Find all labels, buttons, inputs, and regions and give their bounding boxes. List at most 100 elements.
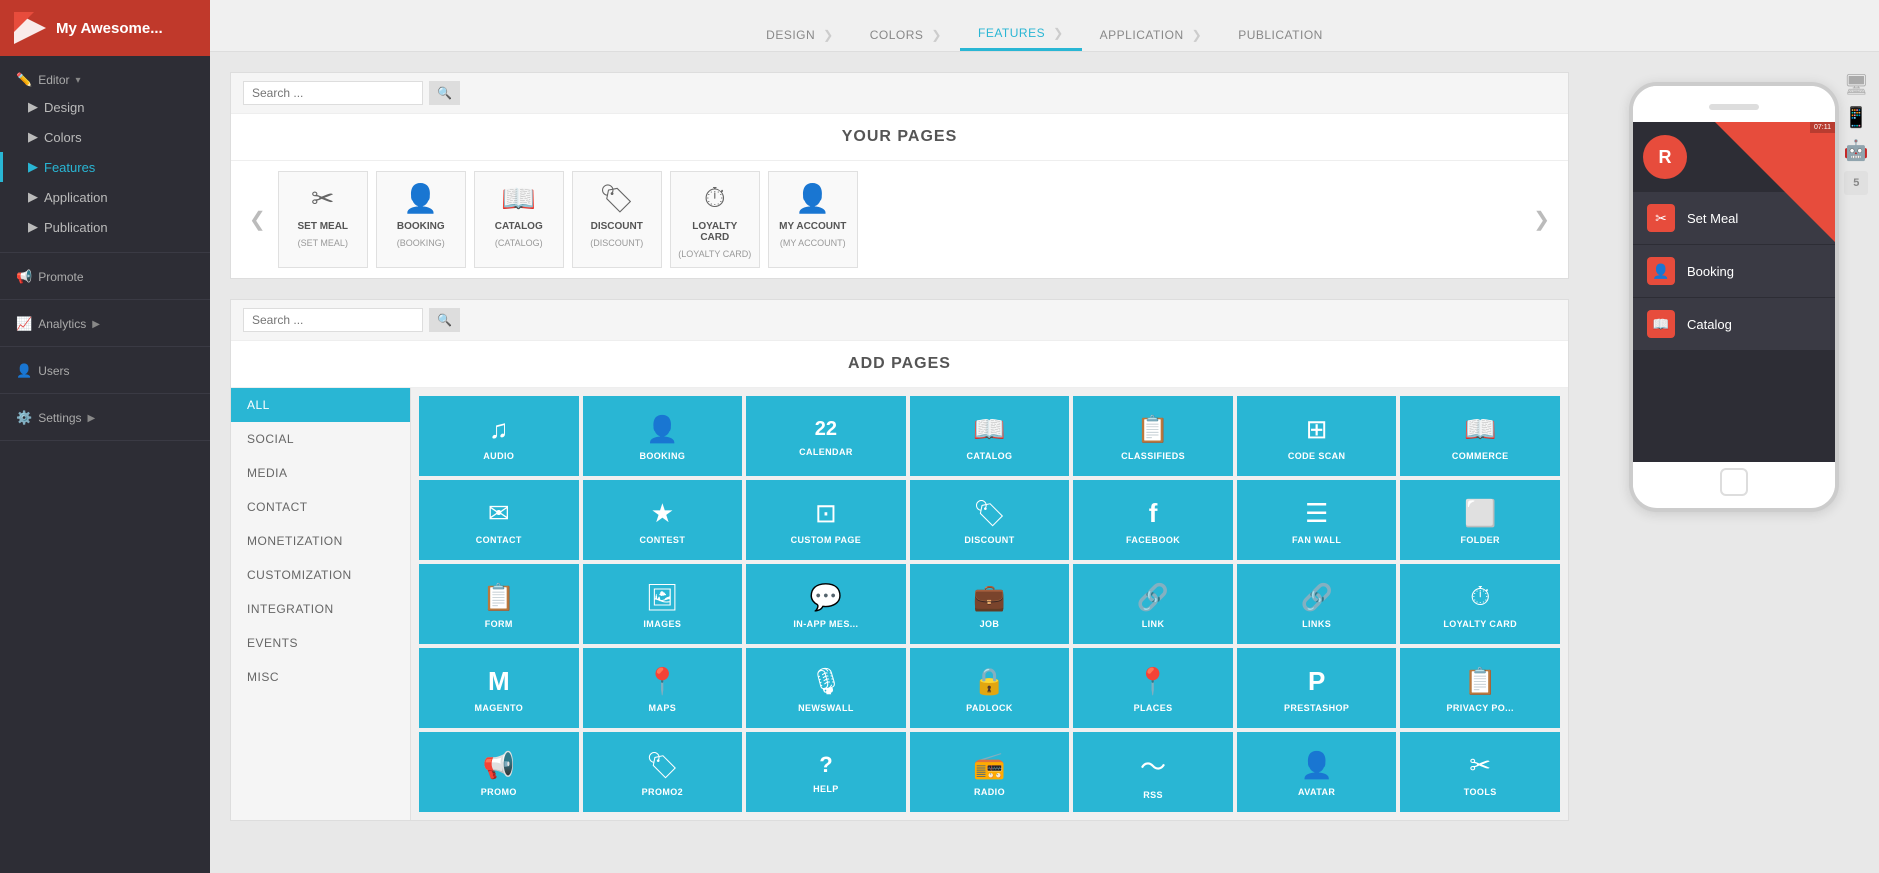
add-page-catalog[interactable]: 📖 CATALOG: [910, 396, 1070, 476]
apple-mobile-icon[interactable]: 📱: [1844, 105, 1869, 130]
job-label: JOB: [980, 619, 1000, 629]
category-customization[interactable]: CUSTOMIZATION: [231, 558, 410, 592]
add-page-radio[interactable]: 📻 RADIO: [910, 732, 1070, 812]
add-page-commerce[interactable]: 📖 COMMERCE: [1400, 396, 1560, 476]
settings-chevron: ▶: [88, 413, 96, 424]
page-card-my-account[interactable]: 👤 MY ACCOUNT (MY ACCOUNT): [768, 171, 858, 268]
editor-icon: ✏️: [16, 72, 32, 88]
add-page-facebook[interactable]: f FACEBOOK: [1073, 480, 1233, 560]
link-label: LINK: [1142, 619, 1165, 629]
category-media[interactable]: MEDIA: [231, 456, 410, 490]
phone-logo-circle: R: [1643, 135, 1687, 179]
promote-title[interactable]: 📢 Promote: [0, 263, 210, 289]
features-label: Features: [44, 160, 95, 175]
users-label: Users: [38, 364, 69, 378]
category-monetization[interactable]: MONETIZATION: [231, 524, 410, 558]
page-card-loyalty-card[interactable]: ⏱ LOYALTY CARD (LOYALTY CARD): [670, 171, 760, 268]
add-page-custom-page[interactable]: ⊡ CUSTOM PAGE: [746, 480, 906, 560]
add-page-links[interactable]: 🔗 LINKS: [1237, 564, 1397, 644]
phone-booking-label: Booking: [1687, 264, 1734, 279]
padlock-icon: 🔒: [973, 666, 1005, 697]
add-page-calendar[interactable]: 22 CALENDAR: [746, 396, 906, 476]
analytics-title[interactable]: 📈 Analytics ▶: [0, 310, 210, 336]
phone-speaker: [1709, 104, 1759, 110]
breadcrumb-application[interactable]: APPLICATION ❯: [1082, 20, 1221, 50]
sidebar-item-application[interactable]: ▶ Application: [0, 182, 210, 212]
add-page-rss[interactable]: 〜 RSS: [1073, 732, 1233, 812]
add-page-form[interactable]: 📋 FORM: [419, 564, 579, 644]
add-page-newswall[interactable]: 🎙 NEWSWALL: [746, 648, 906, 728]
add-pages-search-button[interactable]: 🔍: [429, 308, 460, 332]
add-page-maps[interactable]: 📍 MAPS: [583, 648, 743, 728]
category-misc[interactable]: MISC: [231, 660, 410, 694]
add-page-places[interactable]: 📍 PLACES: [1073, 648, 1233, 728]
page-icons-grid: ♫ AUDIO 👤 BOOKING 22 CALENDAR 📖: [411, 388, 1568, 820]
carousel-prev-button[interactable]: ❮: [241, 207, 274, 232]
page-card-catalog[interactable]: 📖 CATALOG (CATALOG): [474, 171, 564, 268]
add-page-loyalty-card[interactable]: ⏱ LOYALTY CARD: [1400, 564, 1560, 644]
add-page-prestashop[interactable]: P PRESTASHOP: [1237, 648, 1397, 728]
page-card-discount[interactable]: 🏷 DISCOUNT (DISCOUNT): [572, 171, 662, 268]
breadcrumb-design[interactable]: DESIGN ❯: [748, 20, 852, 50]
add-page-code-scan[interactable]: ⊞ CODE SCAN: [1237, 396, 1397, 476]
category-integration[interactable]: INTEGRATION: [231, 592, 410, 626]
loyalty-card-add-label: LOYALTY CARD: [1443, 619, 1517, 629]
editor-section-title[interactable]: ✏️ Editor ▾: [0, 66, 210, 92]
category-social[interactable]: SOCIAL: [231, 422, 410, 456]
add-page-link[interactable]: 🔗 LINK: [1073, 564, 1233, 644]
add-page-padlock[interactable]: 🔒 PADLOCK: [910, 648, 1070, 728]
breadcrumb-colors[interactable]: COLORS ❯: [852, 20, 960, 50]
your-pages-search-button[interactable]: 🔍: [429, 81, 460, 105]
page-card-set-meal[interactable]: ✂ SET MEAL (SET MEAL): [278, 171, 368, 268]
breadcrumb-features[interactable]: FEATURES ❯: [960, 18, 1082, 51]
add-page-in-app-mes[interactable]: 💬 IN-APP MES...: [746, 564, 906, 644]
page-card-booking[interactable]: 👤 BOOKING (BOOKING): [376, 171, 466, 268]
maps-label: MAPS: [649, 703, 677, 713]
add-page-discount[interactable]: 🏷 DISCOUNT: [910, 480, 1070, 560]
form-label: FORM: [485, 619, 513, 629]
android-icon[interactable]: 🤖: [1844, 138, 1869, 163]
add-page-promo[interactable]: 📢 PROMO: [419, 732, 579, 812]
apple-desktop-icon[interactable]: 🖥: [1844, 72, 1869, 97]
add-page-images[interactable]: 🖼 IMAGES: [583, 564, 743, 644]
breadcrumb-publication[interactable]: PUBLICATION: [1220, 20, 1341, 50]
add-page-fan-wall[interactable]: ☰ FAN WALL: [1237, 480, 1397, 560]
sidebar-item-design[interactable]: ▶ Design: [0, 92, 210, 122]
my-account-icon: 👤: [795, 182, 830, 215]
category-all[interactable]: ALL: [231, 388, 410, 422]
add-pages-search-input[interactable]: [243, 308, 423, 332]
your-pages-search-input[interactable]: [243, 81, 423, 105]
code-scan-icon: ⊞: [1306, 414, 1328, 445]
carousel-next-button[interactable]: ❯: [1525, 207, 1558, 232]
phone-home-button[interactable]: [1720, 468, 1748, 496]
add-page-booking[interactable]: 👤 BOOKING: [583, 396, 743, 476]
add-page-avatar[interactable]: 👤 AVATAR: [1237, 732, 1397, 812]
add-page-tools[interactable]: ✂ TOOLS: [1400, 732, 1560, 812]
add-page-magento[interactable]: M MAGENTO: [419, 648, 579, 728]
category-events[interactable]: EVENTS: [231, 626, 410, 660]
add-page-audio[interactable]: ♫ AUDIO: [419, 396, 579, 476]
add-page-promo2[interactable]: 🏷 PROMO2: [583, 732, 743, 812]
add-page-contest[interactable]: ★ CONTEST: [583, 480, 743, 560]
your-pages-title: YOUR PAGES: [231, 114, 1568, 161]
add-page-classifieds[interactable]: 📋 CLASSIFIEDS: [1073, 396, 1233, 476]
phone-booking-icon: 👤: [1647, 257, 1675, 285]
sidebar-item-features[interactable]: ▶ Features: [0, 152, 210, 182]
settings-title[interactable]: ⚙️ Settings ▶: [0, 404, 210, 430]
add-page-folder[interactable]: ⬜ FOLDER: [1400, 480, 1560, 560]
radio-label: RADIO: [974, 787, 1005, 797]
breadcrumb-chev-2: ❯: [931, 28, 942, 42]
add-page-contact[interactable]: ✉ CONTACT: [419, 480, 579, 560]
html5-icon[interactable]: 5: [1844, 171, 1868, 195]
add-page-privacy-po[interactable]: 📋 PRIVACY PO...: [1400, 648, 1560, 728]
contact-icon: ✉: [488, 498, 510, 529]
sidebar-item-colors[interactable]: ▶ Colors: [0, 122, 210, 152]
add-page-help[interactable]: ? HELP: [746, 732, 906, 812]
category-contact[interactable]: CONTACT: [231, 490, 410, 524]
catalog-add-icon: 📖: [973, 414, 1005, 445]
add-page-job[interactable]: 💼 JOB: [910, 564, 1070, 644]
sidebar-item-publication[interactable]: ▶ Publication: [0, 212, 210, 242]
colors-arrow: ▶: [28, 129, 38, 145]
users-title[interactable]: 👤 Users: [0, 357, 210, 383]
breadcrumb-publication-label: PUBLICATION: [1238, 28, 1323, 42]
